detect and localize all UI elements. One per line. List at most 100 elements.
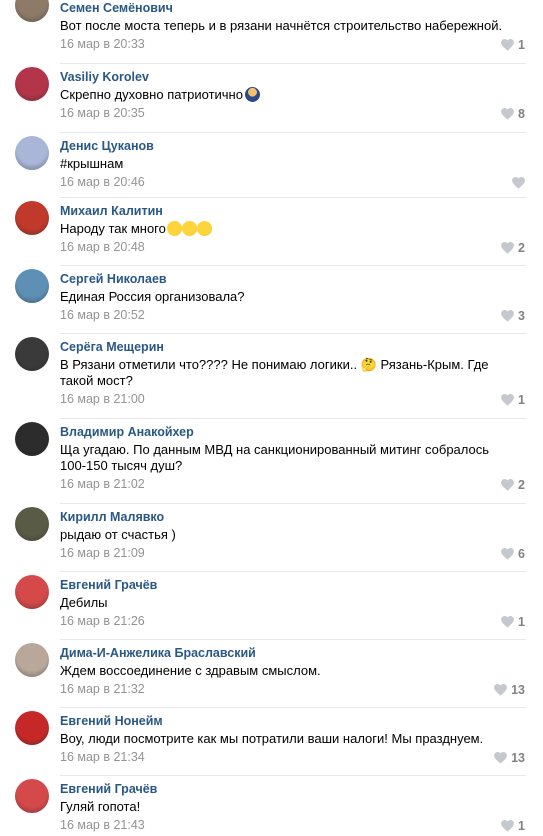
comment-date[interactable]: 16 мар в 20:46 <box>60 175 145 189</box>
comment-divider <box>60 197 526 198</box>
comment-item: Владимир Анакойхер Ща угадаю. По данным М… <box>0 421 543 506</box>
comment-author[interactable]: Владимир Анакойхер <box>60 425 194 439</box>
comment-text-content: Вот после моста теперь и в рязани начнёт… <box>60 18 503 33</box>
comment-author[interactable]: Михаил Калитин <box>60 204 163 218</box>
comment-divider <box>60 132 526 133</box>
comment-author[interactable]: Евгений Грачёв <box>60 782 157 796</box>
like-count: 1 <box>518 38 525 52</box>
comment-item: Евгений Грачёв Гуляй гопота! 16 мар в 21:4… <box>0 778 543 836</box>
like-count: 1 <box>518 819 525 833</box>
comment-text: Ща угадаю. По данным МВД на санкциониров… <box>60 442 505 474</box>
heart-icon <box>501 242 514 254</box>
comment-text: В Рязани отметили что???? Не понимаю лог… <box>60 357 505 389</box>
comment-author[interactable]: Денис Цуканов <box>60 139 154 153</box>
comment-date[interactable]: 16 мар в 21:34 <box>60 750 145 764</box>
like-button[interactable]: 2 <box>501 478 525 492</box>
comment-author[interactable]: Дима-И-Анжелика Браславский <box>60 646 256 660</box>
comment-date[interactable]: 16 мар в 21:26 <box>60 614 145 628</box>
like-count: 13 <box>511 751 525 765</box>
avatar[interactable] <box>15 136 49 170</box>
comment-text: Ждем воссоединение с здравым смыслом. <box>60 663 505 679</box>
comment-text-content: Гуляй гопота! <box>60 799 141 814</box>
avatar[interactable] <box>15 0 49 22</box>
comment-divider <box>60 265 526 266</box>
heart-icon <box>494 684 507 696</box>
comment-author[interactable]: Кирилл Малявко <box>60 510 164 524</box>
like-count: 6 <box>518 547 525 561</box>
comment-date[interactable]: 16 мар в 21:43 <box>60 818 145 832</box>
avatar[interactable] <box>15 337 49 371</box>
avatar[interactable] <box>15 643 49 677</box>
comment-text-content: Скрепно духовно патриотично <box>60 87 243 102</box>
comment-divider <box>60 707 526 708</box>
rofl-emoji <box>166 221 182 236</box>
comment-text-content: Дебилы <box>60 595 108 610</box>
comment-text-content: Народу так много <box>60 221 166 236</box>
comment-date[interactable]: 16 мар в 21:00 <box>60 392 145 406</box>
like-button[interactable]: 2 <box>501 241 525 255</box>
like-count: 1 <box>518 615 525 629</box>
avatar[interactable] <box>15 575 49 609</box>
comment-author[interactable]: Евгений Нонейм <box>60 714 163 728</box>
comment-item: Евгений Нонейм Воу, люди посмотрите как м… <box>0 710 543 778</box>
comment-text: Единая Россия организовала? <box>60 289 505 305</box>
comment-author[interactable]: Vasiliy Korolev <box>60 70 149 84</box>
comment-item: Денис Цуканов #крышнам 16 мар в 20:46 <box>0 135 543 200</box>
comment-date[interactable]: 16 мар в 21:09 <box>60 546 145 560</box>
comment-date[interactable]: 16 мар в 20:33 <box>60 37 145 51</box>
like-button[interactable]: 8 <box>501 107 525 121</box>
avatar[interactable] <box>15 201 49 235</box>
comment-text-content: Единая Россия организовала? <box>60 289 245 304</box>
like-button[interactable]: 3 <box>501 309 525 323</box>
comment-divider <box>60 571 526 572</box>
comment-item: Кирилл Малявко рыдаю от счастья ) 16 мар в… <box>0 506 543 574</box>
like-button[interactable]: 1 <box>501 615 525 629</box>
comment-author[interactable]: Евгений Грачёв <box>60 578 157 592</box>
rofl-emoji <box>196 221 212 236</box>
like-button[interactable]: 6 <box>501 547 525 561</box>
comment-date[interactable]: 16 мар в 21:32 <box>60 682 145 696</box>
comment-text: Гуляй гопота! <box>60 799 505 815</box>
like-count: 13 <box>511 683 525 697</box>
like-button[interactable]: 1 <box>501 393 525 407</box>
avatar[interactable] <box>15 67 49 101</box>
comment-text-content: Ща угадаю. По данным МВД на санкциониров… <box>60 442 490 473</box>
comment-text-content: рыдаю от счастья ) <box>60 527 176 542</box>
comment-date[interactable]: 16 мар в 21:02 <box>60 477 145 491</box>
comment-text: Скрепно духовно патриотично <box>60 87 505 103</box>
comment-text-content: Воу, люди посмотрите как мы потратили ва… <box>60 731 484 746</box>
like-count: 1 <box>518 393 525 407</box>
comment-date[interactable]: 16 мар в 20:52 <box>60 308 145 322</box>
avatar[interactable] <box>15 269 49 303</box>
heart-icon <box>501 548 514 560</box>
comment-author[interactable]: Семен Семёнович <box>60 1 173 15</box>
like-count: 2 <box>518 478 525 492</box>
comment-author[interactable]: Сергей Николаев <box>60 272 167 286</box>
comment-text: рыдаю от счастья ) <box>60 527 505 543</box>
avatar[interactable] <box>15 422 49 456</box>
comment-date[interactable]: 16 мар в 20:35 <box>60 106 145 120</box>
avatar[interactable] <box>15 779 49 813</box>
comment-divider <box>60 775 526 776</box>
comment-divider <box>60 63 526 64</box>
like-count: 8 <box>518 107 525 121</box>
comment-text-content: #крышнам <box>60 156 124 171</box>
angry-bird-avatar[interactable] <box>15 711 49 745</box>
heart-icon <box>512 177 525 189</box>
like-count: 3 <box>518 309 525 323</box>
comment-item: Серёга Мещерин В Рязани отметили что???? … <box>0 336 543 421</box>
comment-date[interactable]: 16 мар в 20:48 <box>60 240 145 254</box>
comment-text: Дебилы <box>60 595 505 611</box>
comment-item: Михаил Калитин Народу так много 16 мар в 2… <box>0 200 543 268</box>
heart-icon <box>501 820 514 832</box>
like-button[interactable]: 13 <box>494 751 525 765</box>
like-button[interactable]: 13 <box>494 683 525 697</box>
like-button[interactable]: 1 <box>501 38 525 52</box>
like-button[interactable]: 1 <box>501 819 525 833</box>
comment-divider <box>60 639 526 640</box>
comment-item: Семен Семёнович Вот после моста теперь и … <box>0 0 543 66</box>
avatar[interactable] <box>15 507 49 541</box>
like-button[interactable] <box>512 176 525 190</box>
comment-author[interactable]: Серёга Мещерин <box>60 340 164 354</box>
comment-text-content: Ждем воссоединение с здравым смыслом. <box>60 663 321 678</box>
